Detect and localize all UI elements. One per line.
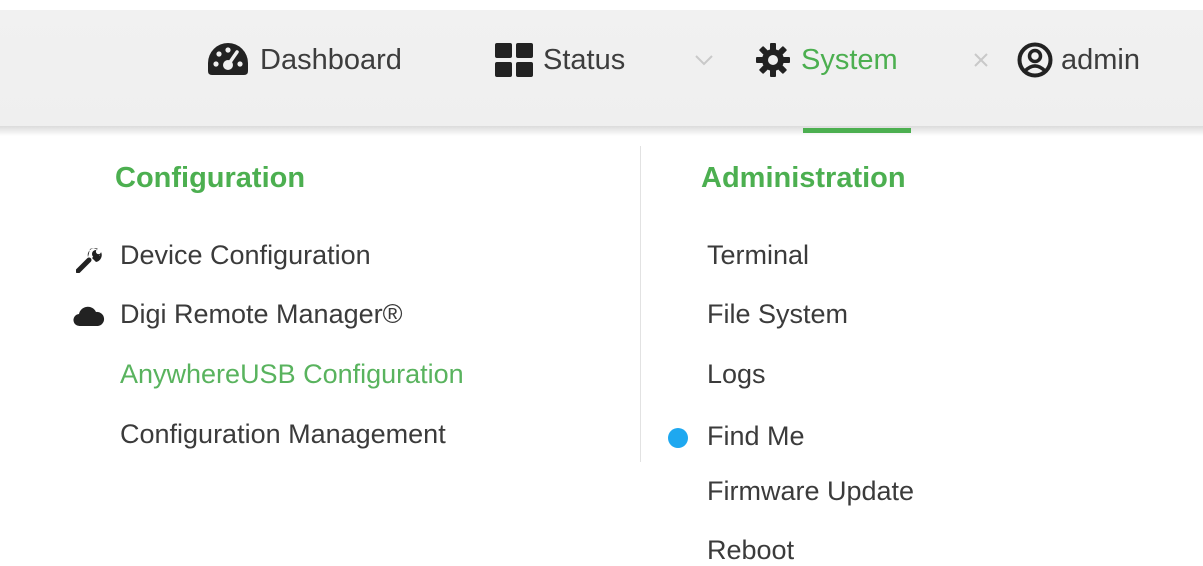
close-icon[interactable]: [970, 46, 992, 74]
menu-item-configuration-management[interactable]: Configuration Management: [120, 419, 446, 450]
administration-section-title: Administration: [701, 162, 906, 194]
menu-item-terminal[interactable]: Terminal: [707, 240, 809, 271]
nav-dashboard[interactable]: Dashboard: [206, 40, 402, 80]
chevron-down-icon[interactable]: [693, 46, 715, 74]
system-dropdown-menu: [43, 136, 1203, 561]
configuration-section-title: Configuration: [115, 162, 306, 194]
dashboard-gauge-icon: [206, 41, 250, 79]
nav-status-label: Status: [543, 43, 626, 76]
menu-item-find-me[interactable]: Find Me: [707, 421, 805, 452]
nav-system[interactable]: System: [755, 40, 898, 80]
menu-item-device-configuration[interactable]: Device Configuration: [120, 240, 371, 271]
grid-icon: [495, 43, 533, 77]
active-tab-indicator: [803, 128, 911, 133]
menu-item-reboot[interactable]: Reboot: [707, 535, 794, 566]
menu-item-file-system[interactable]: File System: [707, 299, 848, 330]
menu-item-digi-remote-manager[interactable]: Digi Remote Manager®: [120, 299, 403, 330]
wrench-icon: [75, 244, 105, 274]
column-divider: [640, 146, 641, 462]
nav-user-label: admin: [1061, 43, 1140, 76]
cloud-icon: [72, 303, 106, 329]
topbar-shadow: [0, 126, 1203, 136]
menu-item-logs[interactable]: Logs: [707, 359, 766, 390]
menu-item-firmware-update[interactable]: Firmware Update: [707, 476, 914, 507]
nav-system-label: System: [801, 43, 898, 76]
nav-status[interactable]: Status: [495, 40, 625, 80]
menu-item-anywhereusb-configuration[interactable]: AnywhereUSB Configuration: [120, 359, 464, 390]
nav-dashboard-label: Dashboard: [260, 43, 402, 76]
gear-icon: [755, 42, 791, 78]
status-dot-icon: [668, 428, 688, 448]
user-circle-icon: [1017, 42, 1053, 78]
nav-user[interactable]: admin: [1017, 40, 1140, 80]
